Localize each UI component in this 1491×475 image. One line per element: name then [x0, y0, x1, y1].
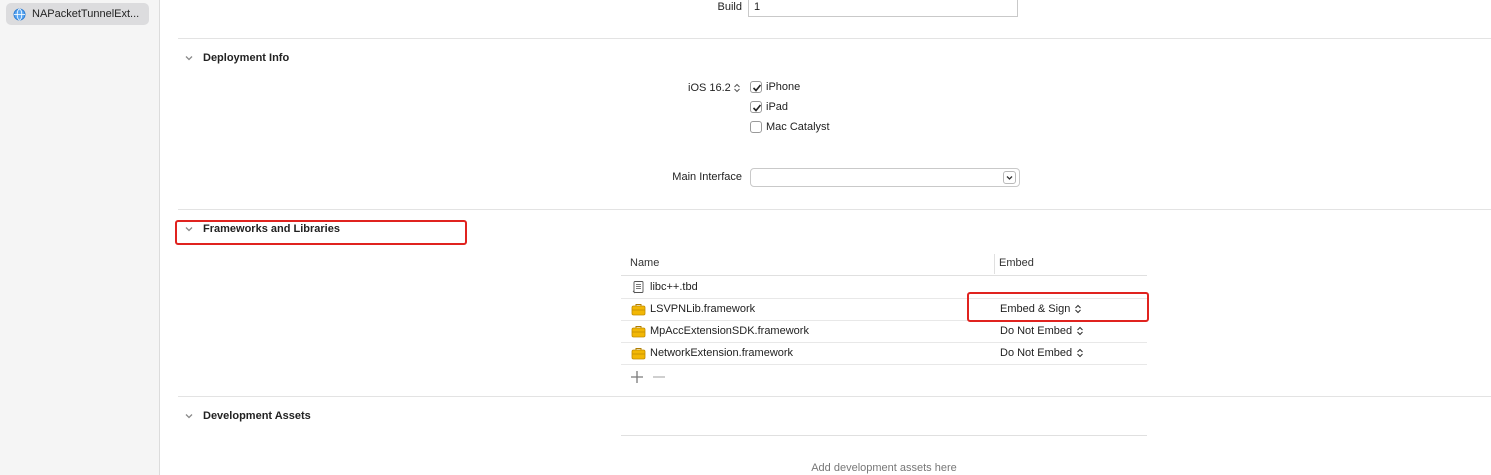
- framework-toolbox-icon: [631, 326, 646, 338]
- updown-chevron-icon: [733, 83, 740, 93]
- ipad-checkbox[interactable]: [750, 101, 762, 113]
- chevron-down-icon: [1006, 176, 1013, 180]
- iphone-checkbox-row[interactable]: iPhone: [750, 81, 800, 93]
- chevron-down-icon: [185, 56, 193, 61]
- add-framework-button[interactable]: [628, 370, 646, 384]
- popup-arrow: [1003, 171, 1016, 184]
- framework-name: libc++.tbd: [650, 281, 698, 293]
- deployment-info-header[interactable]: Deployment Info: [184, 52, 289, 64]
- embed-value: Do Not Embed: [1000, 325, 1073, 337]
- framework-name: MpAccExtensionSDK.framework: [650, 325, 809, 337]
- globe-icon: [13, 8, 26, 20]
- main-interface-popup[interactable]: [750, 168, 1020, 187]
- checkbox-label: iPhone: [766, 81, 801, 93]
- sidebar-item-label: NAPacketTunnelExt...: [32, 8, 140, 20]
- mac-catalyst-checkbox[interactable]: [750, 121, 762, 133]
- mac-catalyst-checkbox-row[interactable]: Mac Catalyst: [750, 121, 830, 133]
- plus-icon: [631, 371, 643, 383]
- build-label: Build: [717, 1, 742, 13]
- chevron-down-icon: [185, 414, 193, 419]
- table-row[interactable]: NetworkExtension.framework Do Not Embed: [621, 343, 1147, 365]
- section-divider: [178, 38, 1491, 39]
- minus-icon: [653, 376, 665, 378]
- main-interface-label: Main Interface: [672, 171, 742, 183]
- framework-toolbox-icon: [631, 304, 646, 316]
- development-assets-header[interactable]: Development Assets: [184, 410, 311, 422]
- checkbox-label: iPad: [766, 101, 789, 113]
- embed-value: Do Not Embed: [1000, 347, 1073, 359]
- checkmark-icon: [752, 84, 762, 92]
- frameworks-table-header: Name Embed: [621, 252, 1147, 276]
- library-file-icon: [632, 281, 644, 294]
- os-version-popup[interactable]: iOS 16.2: [688, 82, 741, 94]
- iphone-checkbox[interactable]: [750, 81, 762, 93]
- framework-toolbox-icon: [631, 348, 646, 360]
- column-header-name[interactable]: Name: [630, 257, 659, 269]
- checkmark-icon: [752, 104, 762, 112]
- remove-framework-button[interactable]: [650, 370, 668, 384]
- ipad-checkbox-row[interactable]: iPad: [750, 101, 788, 113]
- embed-popup[interactable]: Do Not Embed: [1000, 347, 1084, 359]
- section-divider: [178, 209, 1491, 210]
- sidebar-item-target[interactable]: NAPacketTunnelExt...: [6, 3, 149, 25]
- add-remove-controls: [628, 370, 672, 384]
- build-field[interactable]: 1: [748, 0, 1018, 17]
- section-divider: [178, 396, 1491, 397]
- table-row[interactable]: MpAccExtensionSDK.framework Do Not Embed: [621, 321, 1147, 343]
- section-title: Deployment Info: [203, 52, 290, 64]
- annotation-highlight-box: [175, 220, 467, 245]
- section-title: Development Assets: [203, 410, 311, 422]
- assets-empty-placeholder: Add development assets here: [811, 462, 957, 474]
- assets-table-border: [621, 435, 1147, 436]
- framework-name: NetworkExtension.framework: [650, 347, 794, 359]
- framework-name: LSVPNLib.framework: [650, 303, 756, 315]
- embed-popup[interactable]: Do Not Embed: [1000, 325, 1084, 337]
- checkbox-label: Mac Catalyst: [766, 121, 830, 133]
- target-sidebar: NAPacketTunnelExt...: [0, 0, 160, 475]
- updown-chevron-icon: [1077, 348, 1084, 358]
- updown-chevron-icon: [1077, 326, 1084, 336]
- os-version-label: iOS 16.2: [688, 82, 731, 94]
- column-header-embed[interactable]: Embed: [999, 257, 1034, 269]
- column-separator: [994, 254, 995, 274]
- annotation-highlight-box: [967, 292, 1149, 322]
